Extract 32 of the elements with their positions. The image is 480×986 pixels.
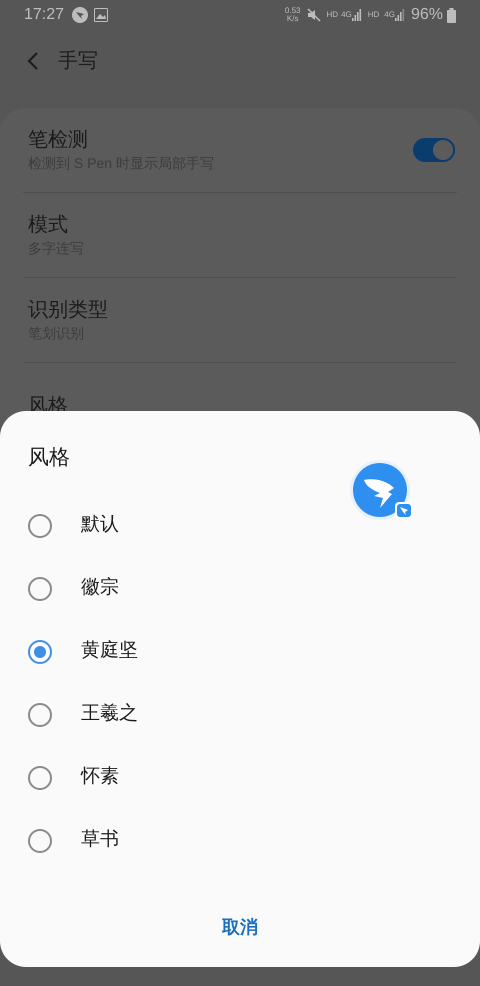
mute-icon bbox=[306, 8, 320, 22]
cancel-button[interactable]: 取消 bbox=[206, 910, 274, 945]
radio-button[interactable] bbox=[28, 640, 52, 664]
toggle-switch[interactable] bbox=[413, 138, 455, 162]
dialog-title: 风格 bbox=[28, 445, 71, 471]
network-type: 4G bbox=[341, 9, 352, 21]
battery-percent: 96% bbox=[410, 5, 443, 25]
radio-button[interactable] bbox=[28, 576, 52, 600]
page-title: 手写 bbox=[58, 49, 98, 74]
network-speed-unit: K/s bbox=[286, 15, 298, 23]
radio-button[interactable] bbox=[28, 702, 52, 726]
hd-label: HD bbox=[326, 9, 338, 21]
network-type: 4G bbox=[384, 9, 395, 21]
hd-label: HD bbox=[368, 9, 380, 21]
style-option[interactable]: 草书 bbox=[0, 809, 480, 872]
floating-app-icon[interactable] bbox=[350, 460, 414, 520]
signal-icon bbox=[394, 9, 405, 21]
style-option[interactable]: 怀素 bbox=[0, 746, 480, 809]
back-icon[interactable] bbox=[26, 51, 40, 71]
radio-button[interactable] bbox=[28, 514, 52, 538]
style-option[interactable]: 王羲之 bbox=[0, 683, 480, 746]
signal-icon bbox=[352, 9, 362, 21]
status-time: 17:27 bbox=[24, 5, 64, 25]
style-option[interactable]: 徽宗 bbox=[0, 557, 480, 620]
radio-button[interactable] bbox=[28, 766, 52, 790]
app-notification-icon bbox=[72, 7, 88, 23]
style-option[interactable]: 黄庭坚 bbox=[0, 620, 480, 683]
battery-icon bbox=[447, 8, 456, 22]
image-icon bbox=[94, 8, 108, 22]
style-option[interactable]: 默认 bbox=[0, 494, 480, 557]
radio-button[interactable] bbox=[28, 828, 52, 852]
network-speed: 0.53 bbox=[284, 7, 300, 15]
